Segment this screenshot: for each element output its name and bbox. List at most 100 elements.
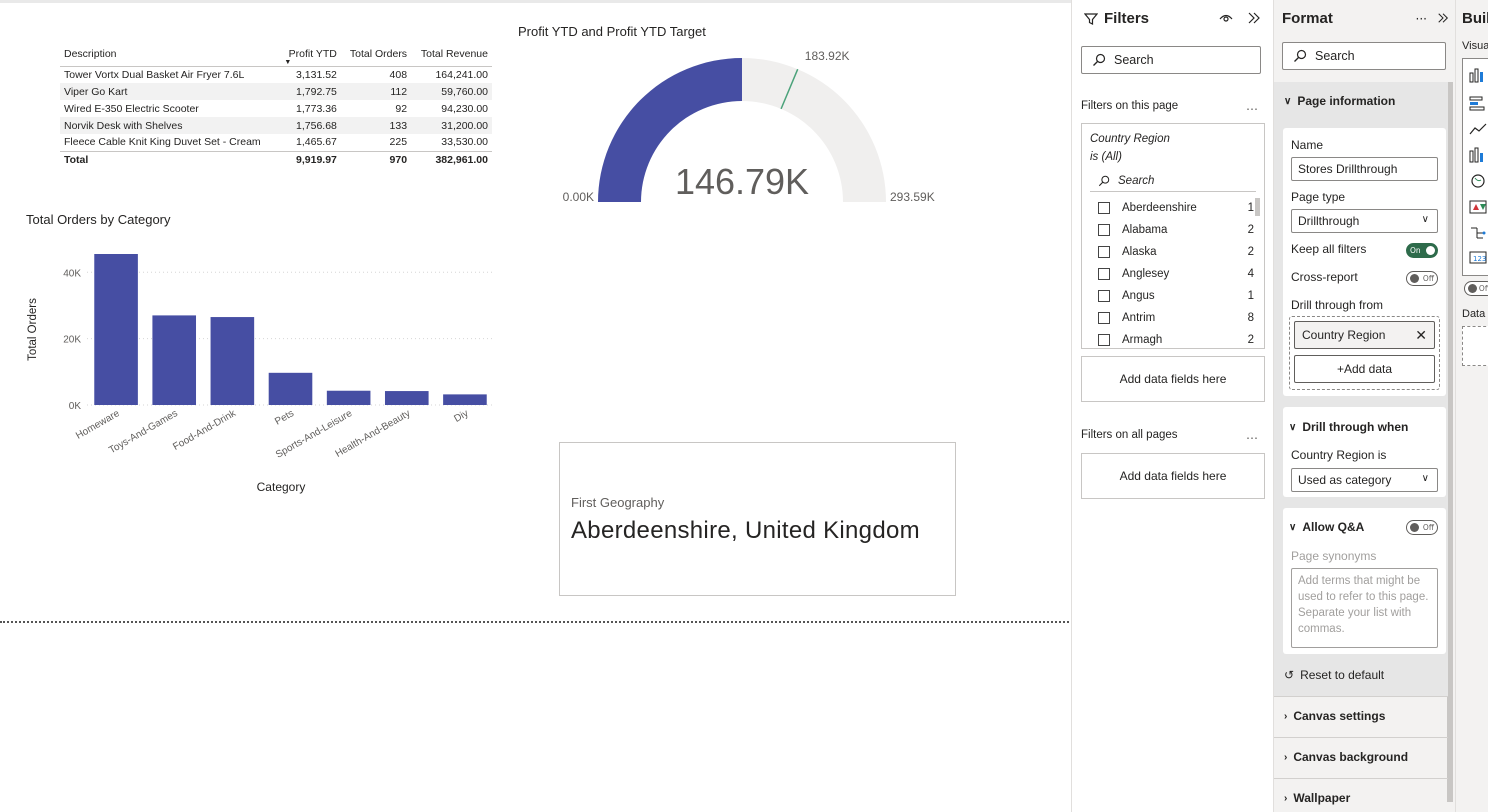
- format-title: Format: [1282, 10, 1333, 27]
- filter-list-item[interactable]: Alaska 2: [1098, 241, 1254, 263]
- filter-list-item[interactable]: Antrim 8: [1098, 307, 1254, 329]
- table-row[interactable]: Wired E-350 Electric Scooter 1,773.36 92 94…: [60, 100, 492, 117]
- column-header-total-orders[interactable]: Total Orders: [340, 42, 412, 67]
- wallpaper-header[interactable]: › Wallpaper: [1284, 791, 1350, 805]
- sort-descending-icon: ▼: [284, 58, 292, 66]
- decomposition-tree-icon[interactable]: [1469, 225, 1487, 241]
- bar[interactable]: [94, 254, 138, 405]
- chevron-down-icon: ∨: [1421, 473, 1429, 484]
- page-synonyms-textarea[interactable]: Add terms that might be used to refer to…: [1291, 568, 1438, 648]
- column-header-total-revenue[interactable]: Total Revenue: [411, 42, 492, 67]
- column-header-profit-ytd[interactable]: Profit YTD ▼: [280, 42, 341, 67]
- stacked-column-chart-icon[interactable]: [1469, 67, 1487, 83]
- y-tick-label: 40K: [63, 268, 81, 279]
- first-geography-card[interactable]: First Geography Aberdeenshire, United Ki…: [559, 442, 956, 596]
- clustered-bar-chart-icon[interactable]: [1469, 95, 1487, 111]
- filter-list-item[interactable]: Angus 1: [1098, 285, 1254, 307]
- allow-qa-header[interactable]: ∨ Allow Q&A: [1289, 520, 1364, 534]
- add-data-button[interactable]: +Add data: [1294, 355, 1435, 383]
- page-information-header[interactable]: ∨ Page information: [1284, 94, 1395, 108]
- format-search-input[interactable]: Search: [1282, 42, 1446, 70]
- cross-report-label: Cross-report: [1291, 270, 1358, 284]
- table-total-cell: 9,919.97: [280, 150, 341, 168]
- data-well[interactable]: [1462, 326, 1488, 366]
- format-pane: Format ··· Search ∨ Page information Nam…: [1273, 0, 1455, 812]
- table-cell: 133: [340, 117, 412, 134]
- filter-list-item[interactable]: Armagh 2: [1098, 329, 1254, 348]
- checkbox[interactable]: [1098, 312, 1110, 324]
- search-icon: [1294, 49, 1307, 62]
- checkbox[interactable]: [1098, 290, 1110, 302]
- filters-search-input[interactable]: Search: [1081, 46, 1261, 74]
- add-data-fields-all-dropzone[interactable]: Add data fields here: [1081, 453, 1265, 499]
- report-canvas[interactable]: Description Profit YTD ▼ Total Orders Tot…: [0, 0, 1071, 812]
- page-name-input[interactable]: Stores Drillthrough: [1291, 157, 1438, 181]
- filter-list-item[interactable]: Aberdeenshire 1: [1098, 197, 1254, 219]
- table-total-cell: 382,961.00: [411, 150, 492, 168]
- bar[interactable]: [268, 372, 313, 405]
- drill-through-when-header[interactable]: ∨ Drill through when: [1289, 420, 1408, 434]
- close-icon[interactable]: ✕: [1415, 327, 1427, 344]
- visualizations-gallery: 123: [1462, 58, 1488, 276]
- canvas-top-border: [0, 0, 1071, 3]
- used-as-dropdown[interactable]: Used as category ∨: [1291, 468, 1438, 492]
- line-chart-icon[interactable]: [1469, 121, 1487, 137]
- filter-search-input[interactable]: Search: [1090, 170, 1256, 192]
- table-row[interactable]: Norvik Desk with Shelves 1,756.68 133 31,20…: [60, 117, 492, 134]
- checkbox[interactable]: [1098, 246, 1110, 258]
- table-row[interactable]: Viper Go Kart 1,792.75 112 59,760.00: [60, 83, 492, 100]
- filter-list-scrollbar[interactable]: [1255, 198, 1260, 216]
- filter-item-label: Armagh: [1122, 334, 1163, 346]
- page-synonyms-label: Page synonyms: [1291, 549, 1377, 563]
- column-header-description[interactable]: Description: [60, 42, 281, 67]
- more-options-icon[interactable]: …: [1246, 99, 1259, 113]
- bar[interactable]: [384, 391, 429, 405]
- chevron-down-icon: ∨: [1289, 521, 1297, 533]
- table-total-cell: 970: [340, 150, 412, 168]
- filter-list-item[interactable]: Anglesey 4: [1098, 263, 1254, 285]
- more-options-icon[interactable]: …: [1246, 428, 1259, 442]
- checkbox[interactable]: [1098, 334, 1110, 346]
- checkbox[interactable]: [1098, 268, 1110, 280]
- more-options-icon[interactable]: ···: [1416, 12, 1427, 27]
- reset-to-default-button[interactable]: ↺ Reset to default: [1284, 668, 1384, 682]
- profit-gauge[interactable]: Profit YTD and Profit YTD Target 183.92K…: [510, 20, 970, 220]
- bar[interactable]: [152, 315, 197, 405]
- total-orders-by-category-chart[interactable]: Total Orders by Category 0K 20K 40K Homewar…: [22, 208, 502, 508]
- keep-all-filters-toggle[interactable]: On: [1406, 243, 1438, 258]
- bar[interactable]: [210, 317, 255, 405]
- cross-report-toggle[interactable]: Off: [1406, 271, 1438, 286]
- divider: [1274, 737, 1448, 738]
- allow-qa-toggle[interactable]: Off: [1406, 520, 1438, 535]
- country-region-filter-card[interactable]: Country Region is (All) Search Aberdeens…: [1081, 123, 1265, 349]
- canvas-settings-header[interactable]: › Canvas settings: [1284, 709, 1385, 723]
- kpi-icon[interactable]: [1469, 199, 1487, 215]
- canvas-background-header[interactable]: › Canvas background: [1284, 750, 1408, 764]
- country-region-is-label: Country Region is: [1291, 448, 1387, 462]
- table-row[interactable]: Tower Vortx Dual Basket Air Fryer 7.6L 3,…: [60, 66, 492, 83]
- page-type-dropdown[interactable]: Drillthrough ∨: [1291, 209, 1438, 233]
- ribbon-chart-icon[interactable]: [1469, 147, 1487, 163]
- table-cell: Tower Vortx Dual Basket Air Fryer 7.6L: [64, 68, 245, 81]
- table-row[interactable]: Fleece Cable Knit King Duvet Set - Cream…: [60, 134, 492, 151]
- products-table[interactable]: Description Profit YTD ▼ Total Orders Tot…: [60, 42, 492, 168]
- filter-icon: [1084, 12, 1098, 25]
- eye-icon[interactable]: [1219, 12, 1233, 28]
- drill-field-country-region[interactable]: Country Region ✕: [1294, 321, 1435, 349]
- chevron-right-icon: ›: [1284, 751, 1288, 763]
- map-icon[interactable]: [1469, 173, 1487, 189]
- card-visual-icon[interactable]: 123: [1469, 249, 1487, 265]
- build-toggle[interactable]: Off: [1464, 281, 1488, 296]
- add-data-fields-page-dropzone[interactable]: Add data fields here: [1081, 356, 1265, 402]
- filter-item-label: Antrim: [1122, 312, 1156, 324]
- table-cell: 1,465.67: [296, 136, 337, 149]
- checkbox[interactable]: [1098, 224, 1110, 236]
- filter-list-item[interactable]: Alabama 2: [1098, 219, 1254, 241]
- bar[interactable]: [443, 394, 487, 405]
- chevron-down-icon: ∨: [1421, 214, 1429, 225]
- table-cell: Fleece Cable Knit King Duvet Set - Cream: [64, 136, 261, 149]
- bar[interactable]: [326, 390, 371, 405]
- collapse-pane-icon[interactable]: [1247, 12, 1261, 28]
- collapse-pane-icon[interactable]: [1437, 12, 1449, 27]
- checkbox[interactable]: [1098, 202, 1110, 214]
